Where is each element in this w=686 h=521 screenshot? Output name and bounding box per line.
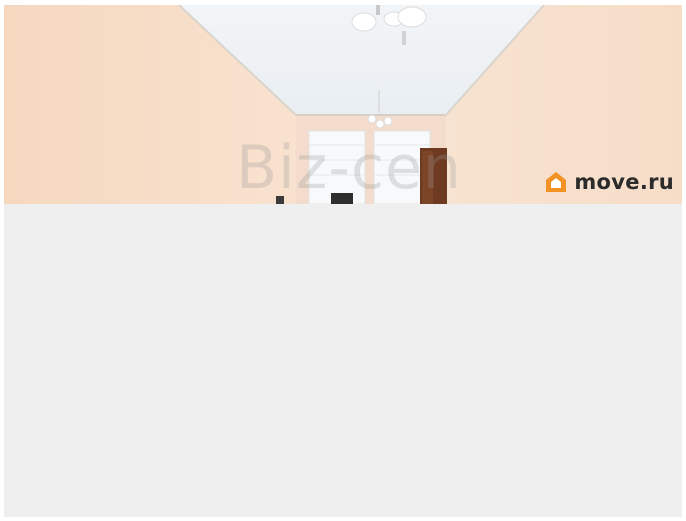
brand-logo[interactable]: move.ru [544, 170, 674, 194]
chair [331, 193, 353, 204]
room-photo: Biz-cen move.ru [4, 5, 682, 204]
house-icon [544, 170, 568, 194]
image-frame: Biz-cen move.ru [4, 5, 682, 517]
brand-name: move.ru [574, 170, 674, 194]
